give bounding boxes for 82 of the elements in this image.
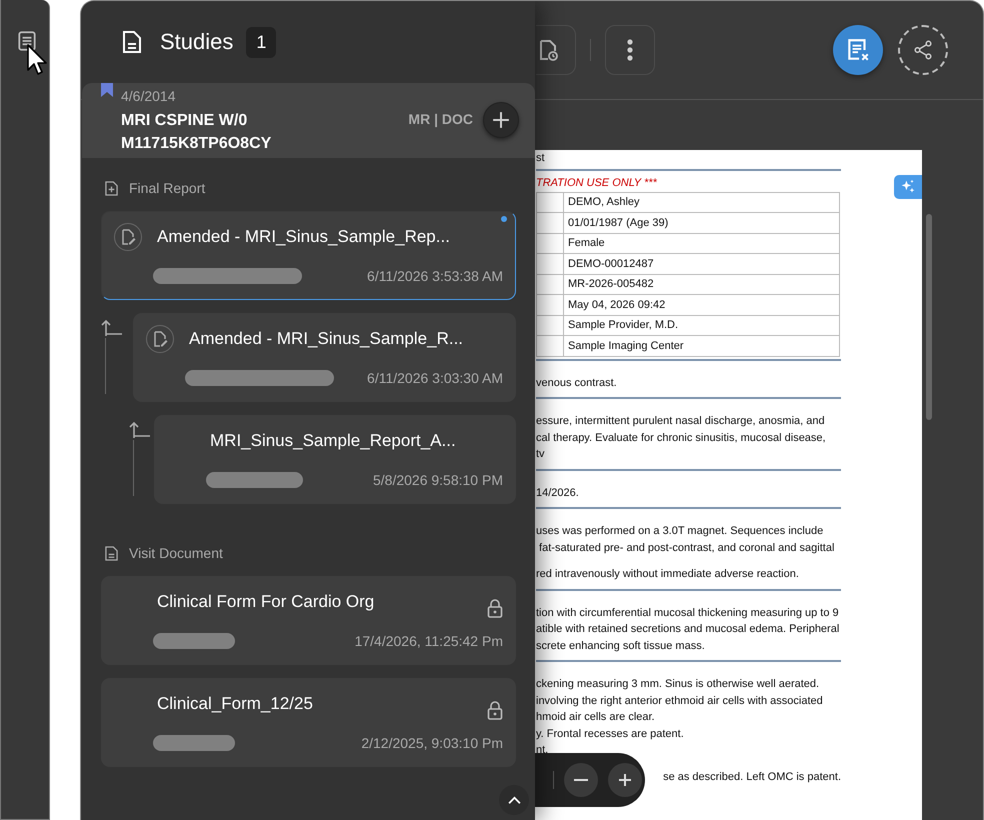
document-heading: st xyxy=(536,151,545,166)
document-date: 17/4/2026, 11:25:42 Pm xyxy=(354,633,503,649)
document-title: Amended - MRI_Sinus_Sample_Rep... xyxy=(157,227,451,247)
report-text: y. Frontal recesses are patent. xyxy=(536,726,684,742)
table-cell xyxy=(536,336,564,356)
document-title: MRI_Sinus_Sample_Report_A... xyxy=(210,431,457,451)
report-text: involving the right anterior ethmoid air cells with associated xyxy=(536,694,823,708)
document-card[interactable]: Amended - MRI_Sinus_Sample_Rep... 6/11/2026 3:53:38 AM xyxy=(101,211,516,300)
plus-icon xyxy=(617,772,633,788)
history-button[interactable] xyxy=(536,25,576,75)
report-text: venous contrast. xyxy=(536,376,617,390)
report-text: ckening measuring 3 mm. Sinus is otherwise well aerated. xyxy=(536,677,820,692)
notes-icon[interactable] xyxy=(16,30,38,52)
document-card[interactable]: Amended - MRI_Sinus_Sample_R... 6/11/2026 3:03:30 AM xyxy=(133,313,516,402)
study-date: 4/6/2014 xyxy=(121,86,176,104)
report-text: hmoid air cells are clear. xyxy=(536,710,655,725)
report-text: red intravenously without immediate adverse reaction. xyxy=(536,567,799,582)
panel-title: Studies xyxy=(160,29,234,55)
report-text: cal therapy. Evaluate for chronic sinusitis, mucosal disease, xyxy=(536,430,826,446)
table-cell xyxy=(536,192,564,212)
document-card[interactable]: Clinical_Form_12/25 2/12/2025, 9:03:10 Pm xyxy=(101,678,516,767)
caret-up-icon xyxy=(508,796,520,804)
report-text: screte enhancing soft tissue mass. xyxy=(536,638,705,654)
report-text: nt. xyxy=(536,743,548,758)
table-cell xyxy=(536,233,564,254)
report-text: 14/2026. xyxy=(536,486,579,500)
share-icon xyxy=(912,39,934,61)
modality-text: MR | DOC xyxy=(408,110,473,126)
section-title: Visit Document xyxy=(129,545,223,561)
report-text: fat-saturated pre- and post-contrast, and coronal and sagittal xyxy=(538,540,834,556)
document-title: Clinical Form For Cardio Org xyxy=(157,592,376,612)
document-date: 6/11/2026 3:53:38 AM xyxy=(367,268,503,284)
share-button[interactable] xyxy=(898,25,948,75)
ai-button[interactable] xyxy=(894,175,922,199)
more-icon xyxy=(627,39,633,61)
minus-icon xyxy=(574,779,588,781)
table-cell xyxy=(536,294,564,315)
report-text: atible with retained secretions and mucosal edema. Peripheral xyxy=(536,622,840,637)
report-text: se as described. Left OMC is patent. xyxy=(663,770,841,784)
sparkle-icon xyxy=(900,179,916,195)
document-card[interactable]: MRI_Sinus_Sample_Report_A... 5/8/2026 9:58:10 PM xyxy=(154,415,516,504)
table-cell: 01/01/1987 (Age 39) xyxy=(564,212,840,233)
document-date: 6/11/2026 3:03:30 AM xyxy=(367,370,503,386)
notice-text: TRATION USE ONLY *** xyxy=(536,176,657,190)
section-title: Final Report xyxy=(129,180,206,196)
table-cell xyxy=(536,315,564,336)
table-cell xyxy=(536,254,564,274)
report-text: essure, intermittent purulent nasal discharge, anosmia, and xyxy=(536,414,825,429)
table-cell: DEMO, Ashley xyxy=(564,192,840,212)
scroll-up-button[interactable] xyxy=(499,785,529,815)
document-plus-icon xyxy=(105,180,118,196)
more-button[interactable] xyxy=(605,25,655,75)
table-cell: DEMO-00012487 xyxy=(564,254,840,274)
table-cell xyxy=(536,212,564,233)
table-cell: MR-2026-005482 xyxy=(564,274,840,294)
report-text: tv xyxy=(536,447,545,462)
report-text: uses was performed on a 3.0T magnet. Sequences include xyxy=(536,524,824,539)
table-cell: May 04, 2026 09:42 xyxy=(564,294,840,315)
document-card[interactable]: Clinical Form For Cardio Org 17/4/2026, 11:25:42 Pm xyxy=(101,576,516,665)
document-date: 5/8/2026 9:58:10 PM xyxy=(373,472,503,488)
cursor-icon xyxy=(27,44,47,76)
accession-number: M11715K8TP6O8CY xyxy=(121,134,272,154)
zoom-out-button[interactable] xyxy=(564,763,598,797)
plus-icon xyxy=(492,110,510,128)
study-count: 1 xyxy=(246,26,276,58)
table-cell: Sample Imaging Center xyxy=(564,336,840,356)
table-cell: Sample Provider, M.D. xyxy=(564,315,840,336)
study-header[interactable]: 4/6/2014 MRI CSPINE W/0 M11715K8TP6O8CY MR | DOC xyxy=(82,83,535,158)
document-title: Clinical_Form_12/25 xyxy=(157,694,314,714)
close-notes-button[interactable] xyxy=(833,25,883,75)
document-icon xyxy=(105,546,118,560)
table-cell xyxy=(536,274,564,294)
document-icon xyxy=(122,30,142,54)
document-title: Amended - MRI_Sinus_Sample_R... xyxy=(189,329,464,349)
edit-document-icon xyxy=(114,223,142,251)
zoom-in-button[interactable] xyxy=(608,763,642,797)
table-cell: Female xyxy=(564,233,840,254)
document-date: 2/12/2025, 9:03:10 Pm xyxy=(361,735,503,751)
report-text: tion with circumferential mucosal thickening measuring up to 9 xyxy=(536,606,839,620)
edit-document-icon xyxy=(146,325,174,353)
add-button[interactable] xyxy=(483,102,519,138)
study-name: MRI CSPINE W/0 xyxy=(121,110,248,130)
